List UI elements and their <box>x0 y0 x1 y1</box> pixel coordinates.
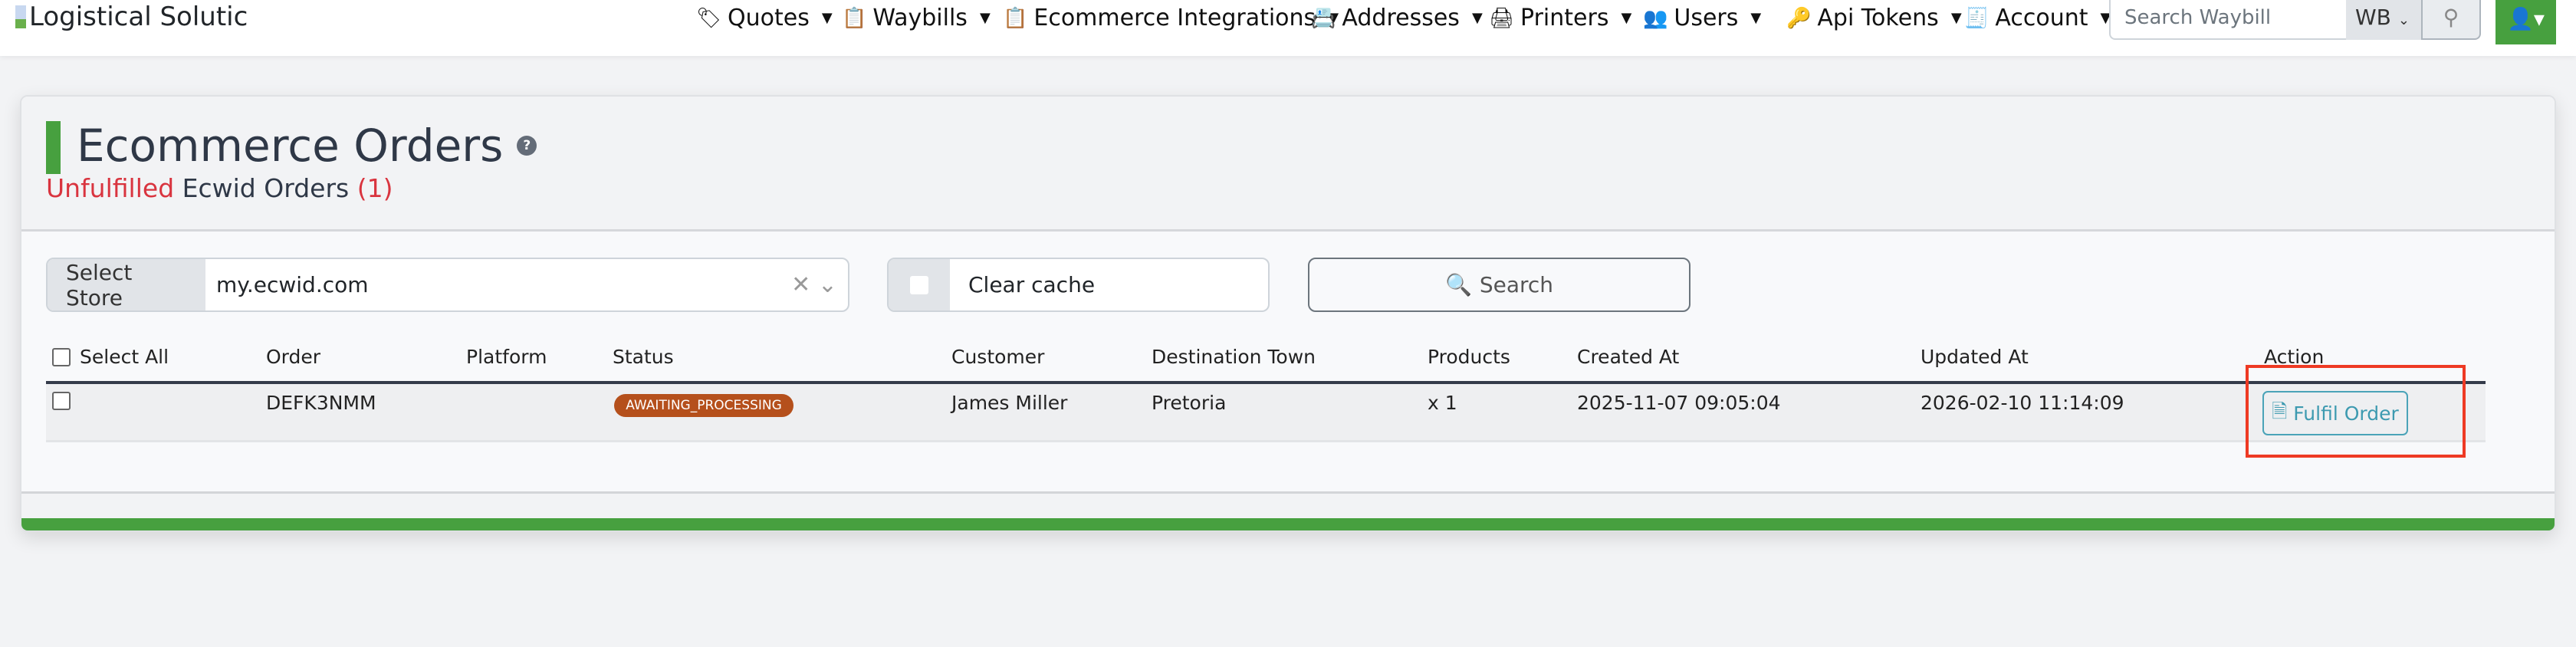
search-waybill-button[interactable]: ⚲ <box>2421 0 2481 40</box>
chevron-down-icon[interactable]: ⌄ <box>818 271 837 298</box>
cell-updated-at: 2026-02-10 11:14:09 <box>1921 392 2124 414</box>
caret-down-icon: ▼ <box>979 10 991 26</box>
header-products: Products <box>1428 346 1510 368</box>
search-waybill-input[interactable]: Search Waybill <box>2109 0 2346 40</box>
nav-label: Waybills <box>872 5 968 31</box>
store-value: my.ecwid.com <box>216 272 369 297</box>
row-checkbox-wrap <box>52 392 71 410</box>
title-accent-bar <box>46 121 61 174</box>
nav-printers[interactable]: 🖨 Printers ▼ <box>1489 5 1631 31</box>
search-type-select[interactable]: WB ⌄ <box>2346 0 2421 40</box>
nav-ecommerce-integrations[interactable]: 📋 Ecommerce Integrations ▼ <box>1003 5 1339 31</box>
subtitle-count: (1) <box>356 173 393 203</box>
key-icon: 🔑 <box>1786 6 1812 30</box>
card-header: Ecommerce Orders? Unfulfilled Ecwid Orde… <box>21 97 2555 232</box>
select-store-group: Select Store my.ecwid.com ✕ ⌄ <box>46 258 849 312</box>
help-icon[interactable]: ? <box>517 136 537 156</box>
page-subtitle: Unfulfilled Ecwid Orders (1) <box>46 173 393 203</box>
users-icon: 👥 <box>1643 6 1668 30</box>
orders-card: Ecommerce Orders? Unfulfilled Ecwid Orde… <box>20 95 2556 532</box>
card-footer-accent-bar <box>21 518 2555 530</box>
status-badge: AWAITING_PROCESSING <box>614 394 794 417</box>
row-checkbox[interactable] <box>52 392 71 410</box>
address-book-icon: 📇 <box>1311 6 1336 30</box>
subtitle-status: Unfulfilled <box>46 173 175 203</box>
cell-destination-town: Pretoria <box>1152 392 1227 414</box>
nav-label: Printers <box>1520 5 1609 31</box>
clear-cache-label: Clear cache <box>968 272 1096 297</box>
caret-down-icon: ▼ <box>1750 10 1762 26</box>
nav-account[interactable]: 🧾 Account ▼ <box>1964 5 2111 31</box>
page-title: Ecommerce Orders? <box>77 120 537 172</box>
nav-label: Api Tokens <box>1817 5 1939 31</box>
select-store-label: Select Store <box>48 259 205 310</box>
receipt-icon: 🧾 <box>1964 6 1990 30</box>
caret-down-icon: ▼ <box>1621 10 1632 26</box>
clipboard-icon: 📋 <box>1003 6 1028 30</box>
broken-image-icon <box>15 5 26 28</box>
select-all-checkbox[interactable] <box>52 347 71 366</box>
cell-products: x 1 <box>1428 392 1457 414</box>
tag-icon: 🏷 <box>696 6 722 30</box>
header-status: Status <box>613 346 674 368</box>
cell-created-at: 2025-11-07 09:05:04 <box>1577 392 1781 414</box>
search-type-value: WB <box>2355 5 2391 30</box>
user-icon: 👤▾ <box>2507 6 2545 31</box>
printer-icon: 🖨 <box>1489 6 1515 30</box>
cell-customer: James Miller <box>951 392 1068 414</box>
header-created-at: Created At <box>1577 346 1680 368</box>
nav-quotes[interactable]: 🏷 Quotes ▼ <box>696 5 833 31</box>
cell-order: DEFK3NMM <box>266 392 376 414</box>
logo[interactable]: Logistical Solutic <box>15 2 249 32</box>
search-icon: ⚲ <box>2443 5 2459 30</box>
chevron-down-icon: ⌄ <box>2397 12 2410 28</box>
nav-label: Users <box>1674 5 1739 31</box>
nav-label: Ecommerce Integrations <box>1033 5 1316 31</box>
page-title-text: Ecommerce Orders <box>77 120 504 172</box>
nav-users[interactable]: 👥 Users ▼ <box>1643 5 1761 31</box>
card-footer <box>21 494 2555 520</box>
highlight-box <box>2246 365 2466 458</box>
clear-cache-checkbox-wrap <box>889 259 950 310</box>
search-button[interactable]: 🔍 Search <box>1308 258 1691 312</box>
header-order: Order <box>266 346 321 368</box>
logo-alt-text: Logistical Solutic <box>29 2 248 32</box>
clear-cache-checkbox[interactable] <box>910 275 928 294</box>
subtitle-text: Ecwid Orders <box>182 173 350 203</box>
search-button-label: Search <box>1479 272 1554 297</box>
nav-addresses[interactable]: 📇 Addresses ▼ <box>1311 5 1483 31</box>
nav-label: Quotes <box>728 5 810 31</box>
header-platform: Platform <box>466 346 547 368</box>
header-customer: Customer <box>951 346 1045 368</box>
select-all[interactable]: Select All <box>52 346 169 368</box>
user-menu-button[interactable]: 👤▾ <box>2496 0 2556 44</box>
caret-down-icon: ▼ <box>821 10 833 26</box>
header-destination-town: Destination Town <box>1152 346 1316 368</box>
nav-label: Account <box>1995 5 2088 31</box>
clipboard-icon: 📋 <box>842 6 867 30</box>
clear-cache-group: Clear cache <box>887 258 1270 312</box>
navbar: Logistical Solutic 🏷 Quotes ▼ 📋 Waybills ▼ 📋… <box>0 0 2576 56</box>
store-select[interactable]: my.ecwid.com ✕ ⌄ <box>205 259 848 310</box>
caret-down-icon: ▼ <box>1471 10 1483 26</box>
caret-down-icon: ▼ <box>1950 10 1962 26</box>
nav-label: Addresses <box>1342 5 1460 31</box>
nav-waybills[interactable]: 📋 Waybills ▼ <box>842 5 991 31</box>
nav-api-tokens[interactable]: 🔑 Api Tokens ▼ <box>1786 5 1962 31</box>
search-icon: 🔍 <box>1444 272 1472 297</box>
header-select-all: Select All <box>80 346 169 368</box>
clear-icon[interactable]: ✕ <box>791 271 810 298</box>
header-updated-at: Updated At <box>1921 346 2029 368</box>
